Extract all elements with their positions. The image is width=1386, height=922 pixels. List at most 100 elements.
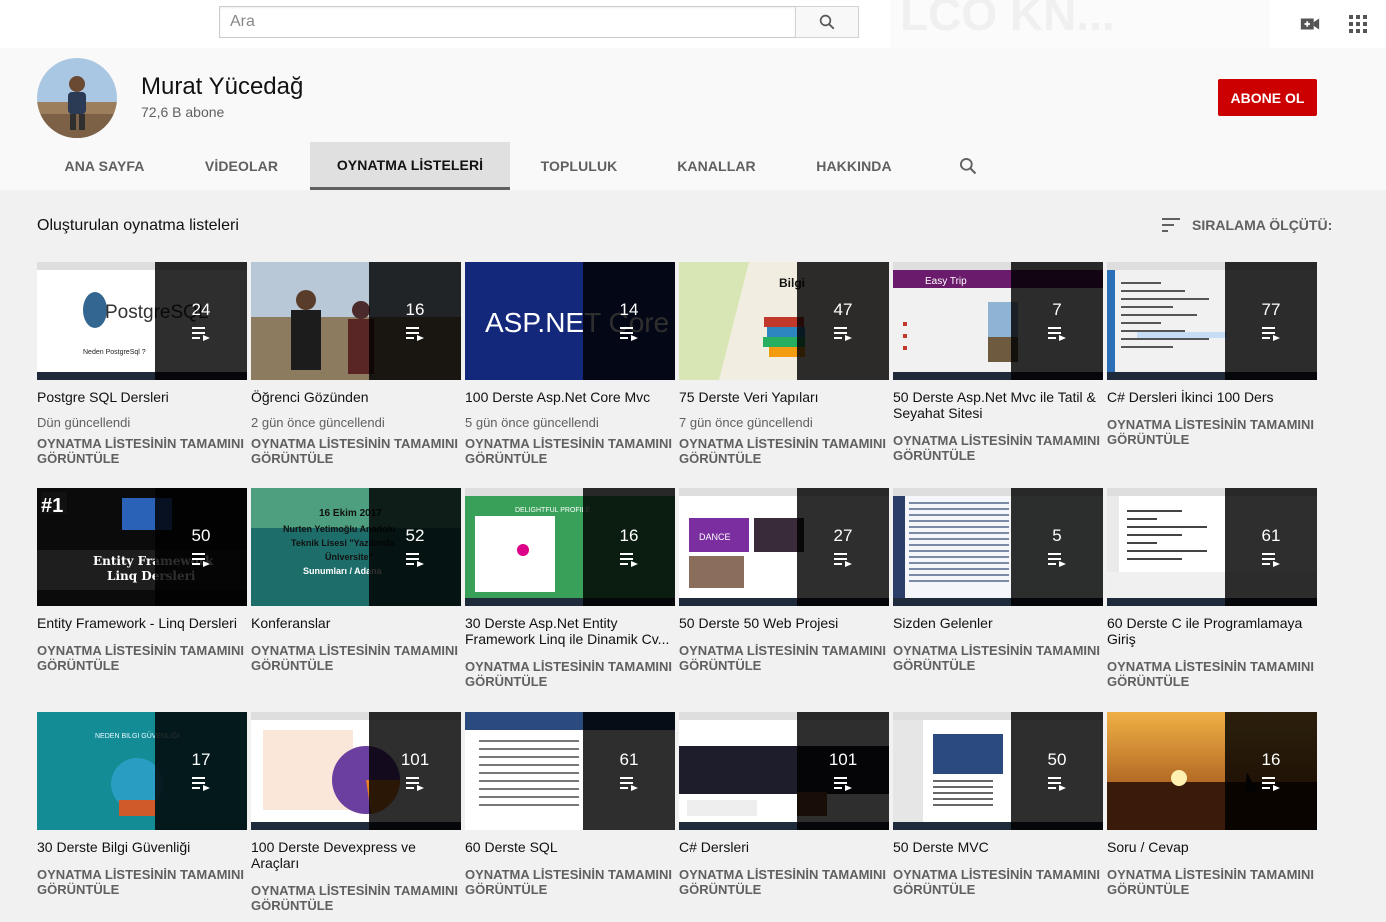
playlist-thumbnail[interactable]: 50 xyxy=(893,712,1103,830)
view-full-playlist-link[interactable]: OYNATMA LİSTESİNİN TAMAMINI GÖRÜNTÜLE xyxy=(251,643,461,673)
svg-text:Easy Trip: Easy Trip xyxy=(925,276,967,287)
playlist-thumbnail[interactable]: 5 xyxy=(893,488,1103,606)
playlist-icon xyxy=(1262,553,1280,567)
playlist-card[interactable]: 5 Sizden Gelenler OYNATMA LİSTESİNİN TAMAM… xyxy=(893,488,1103,673)
sort-icon xyxy=(1162,218,1180,232)
tab-playlists[interactable]: OYNATMA LİSTELERİ xyxy=(310,142,510,190)
playlist-card[interactable]: 77 C# Dersleri İkinci 100 Ders OYNATMA LİS… xyxy=(1107,262,1317,447)
tab-about[interactable]: HAKKINDA xyxy=(785,142,923,190)
section-title: Oluşturulan oynatma listeleri xyxy=(37,217,239,234)
playlist-thumbnail[interactable]: 16 xyxy=(251,262,461,380)
tab-search[interactable] xyxy=(948,142,988,190)
playlist-thumbnail[interactable]: DANCE 27 xyxy=(679,488,889,606)
playlist-card[interactable]: 50 50 Derste MVC OYNATMA LİSTESİNİN TAMAMI… xyxy=(893,712,1103,897)
subscribe-button[interactable]: ABONE OL xyxy=(1218,79,1317,116)
playlist-title[interactable]: Soru / Cevap xyxy=(1107,839,1317,855)
playlist-card[interactable]: 16 Ekim 2017 Nurten Yetimoğlu Anadolu Te… xyxy=(251,488,461,673)
sort-button[interactable]: SIRALAMA ÖLÇÜTÜ: xyxy=(1160,215,1332,235)
playlist-title[interactable]: C# Dersleri İkinci 100 Ders xyxy=(1107,389,1317,405)
playlist-title[interactable]: 30 Derste Asp.Net Entity Framework Linq … xyxy=(465,615,675,647)
view-full-playlist-link[interactable]: OYNATMA LİSTESİNİN TAMAMINI GÖRÜNTÜLE xyxy=(679,436,889,466)
playlist-thumbnail[interactable]: 101 xyxy=(679,712,889,830)
playlist-card[interactable]: 16 Öğrenci Gözünden 2 gün önce güncellendi… xyxy=(251,262,461,466)
playlist-icon xyxy=(1048,553,1066,567)
playlist-card[interactable]: PostgreSQL Neden PostgreSql ?24 Postgre S… xyxy=(37,262,247,466)
view-full-playlist-link[interactable]: OYNATMA LİSTESİNİN TAMAMINI GÖRÜNTÜLE xyxy=(893,643,1103,673)
playlist-card[interactable]: DELIGHTFUL PROFILE 16 30 Derste Asp.Net En… xyxy=(465,488,675,689)
playlist-title[interactable]: 50 Derste 50 Web Projesi xyxy=(679,615,889,631)
svg-text:Neden PostgreSql ?: Neden PostgreSql ? xyxy=(83,349,146,356)
playlist-thumbnail[interactable]: PostgreSQL Neden PostgreSql ?24 xyxy=(37,262,247,380)
create-video-button[interactable] xyxy=(1298,12,1322,36)
playlist-thumbnail[interactable]: NEDEN BILGI GÜVENLIĞI 17 xyxy=(37,712,247,830)
view-full-playlist-link[interactable]: OYNATMA LİSTESİNİN TAMAMINI GÖRÜNTÜLE xyxy=(679,867,889,897)
video-count-overlay: 5 xyxy=(1011,488,1103,606)
playlist-title[interactable]: 100 Derste Asp.Net Core Mvc xyxy=(465,389,675,405)
video-count-overlay: 17 xyxy=(155,712,247,830)
view-full-playlist-link[interactable]: OYNATMA LİSTESİNİN TAMAMINI GÖRÜNTÜLE xyxy=(465,436,675,466)
view-full-playlist-link[interactable]: OYNATMA LİSTESİNİN TAMAMINI GÖRÜNTÜLE xyxy=(1107,417,1317,447)
playlist-card[interactable]: Easy Trip 7 50 Derste Asp.Net Mvc ile Tat… xyxy=(893,262,1103,463)
video-count-overlay: 47 xyxy=(797,262,889,380)
view-full-playlist-link[interactable]: OYNATMA LİSTESİNİN TAMAMINI GÖRÜNTÜLE xyxy=(37,643,247,673)
playlist-title[interactable]: 60 Derste C ile Programlamaya Giriş xyxy=(1107,615,1317,647)
playlist-card[interactable]: 16 Soru / Cevap OYNATMA LİSTESİNİN TAMAMIN… xyxy=(1107,712,1317,897)
video-count: 101 xyxy=(400,750,430,769)
create-video-icon xyxy=(1300,18,1320,30)
playlist-icon xyxy=(834,777,852,791)
playlist-thumbnail[interactable]: 16 Ekim 2017 Nurten Yetimoğlu Anadolu Te… xyxy=(251,488,461,606)
tab-videos[interactable]: VİDEOLAR xyxy=(173,142,310,190)
playlist-card[interactable]: #1 Entity Framework Linq Dersleri 50 Entit… xyxy=(37,488,247,673)
tab-channels[interactable]: KANALLAR xyxy=(648,142,785,190)
playlist-title[interactable]: 60 Derste SQL xyxy=(465,839,675,855)
playlist-card[interactable]: 61 60 Derste C ile Programlamaya Giriş OYN… xyxy=(1107,488,1317,689)
playlist-thumbnail[interactable]: 61 xyxy=(465,712,675,830)
playlist-thumbnail[interactable]: 101 xyxy=(251,712,461,830)
playlist-thumbnail[interactable]: 16 xyxy=(1107,712,1317,830)
tab-community[interactable]: TOPLULUK xyxy=(510,142,648,190)
playlist-thumbnail[interactable]: #1 Entity Framework Linq Dersleri 50 xyxy=(37,488,247,606)
playlist-title[interactable]: Öğrenci Gözünden xyxy=(251,389,461,405)
playlist-title[interactable]: Entity Framework - Linq Dersleri xyxy=(37,615,247,631)
playlist-thumbnail[interactable]: DELIGHTFUL PROFILE 16 xyxy=(465,488,675,606)
playlist-title[interactable]: Postgre SQL Dersleri xyxy=(37,389,247,405)
tab-home[interactable]: ANA SAYFA xyxy=(36,142,173,190)
video-count: 47 xyxy=(833,300,853,319)
playlist-title[interactable]: 75 Derste Veri Yapıları xyxy=(679,389,889,405)
svg-text:Üniversite": Üniversite" xyxy=(325,552,373,562)
apps-button[interactable] xyxy=(1346,12,1370,36)
playlist-thumbnail[interactable]: ASP.NET Core 14 xyxy=(465,262,675,380)
view-full-playlist-link[interactable]: OYNATMA LİSTESİNİN TAMAMINI GÖRÜNTÜLE xyxy=(251,436,461,466)
view-full-playlist-link[interactable]: OYNATMA LİSTESİNİN TAMAMINI GÖRÜNTÜLE xyxy=(893,867,1103,897)
playlist-card[interactable]: ASP.NET Core 14 100 Derste Asp.Net Core Mv… xyxy=(465,262,675,466)
playlist-title[interactable]: Sizden Gelenler xyxy=(893,615,1103,631)
view-full-playlist-link[interactable]: OYNATMA LİSTESİNİN TAMAMINI GÖRÜNTÜLE xyxy=(893,433,1103,463)
channel-avatar[interactable] xyxy=(37,58,117,138)
playlist-card[interactable]: 101 C# Dersleri OYNATMA LİSTESİNİN TAMAMIN… xyxy=(679,712,889,897)
playlist-title[interactable]: 100 Derste Devexpress ve Araçları xyxy=(251,839,461,871)
playlist-title[interactable]: 30 Derste Bilgi Güvenliği xyxy=(37,839,247,855)
view-full-playlist-link[interactable]: OYNATMA LİSTESİNİN TAMAMINI GÖRÜNTÜLE xyxy=(251,883,461,913)
view-full-playlist-link[interactable]: OYNATMA LİSTESİNİN TAMAMINI GÖRÜNTÜLE xyxy=(465,659,675,689)
playlist-thumbnail[interactable]: Bilgi 47 xyxy=(679,262,889,380)
view-full-playlist-link[interactable]: OYNATMA LİSTESİNİN TAMAMINI GÖRÜNTÜLE xyxy=(1107,659,1317,689)
playlist-card[interactable]: Bilgi 47 75 Derste Veri Yapıları 7 gün önc… xyxy=(679,262,889,466)
playlist-thumbnail[interactable]: Easy Trip 7 xyxy=(893,262,1103,380)
view-full-playlist-link[interactable]: OYNATMA LİSTESİNİN TAMAMINI GÖRÜNTÜLE xyxy=(1107,867,1317,897)
playlist-title[interactable]: C# Dersleri xyxy=(679,839,889,855)
playlist-title[interactable]: 50 Derste MVC xyxy=(893,839,1103,855)
playlist-thumbnail[interactable]: 77 xyxy=(1107,262,1317,380)
playlist-thumbnail[interactable]: 61 xyxy=(1107,488,1317,606)
search-input[interactable] xyxy=(220,7,795,37)
view-full-playlist-link[interactable]: OYNATMA LİSTESİNİN TAMAMINI GÖRÜNTÜLE xyxy=(465,867,675,897)
view-full-playlist-link[interactable]: OYNATMA LİSTESİNİN TAMAMINI GÖRÜNTÜLE xyxy=(679,643,889,673)
view-full-playlist-link[interactable]: OYNATMA LİSTESİNİN TAMAMINI GÖRÜNTÜLE xyxy=(37,436,247,466)
playlist-card[interactable]: 61 60 Derste SQL OYNATMA LİSTESİNİN TAMAMI… xyxy=(465,712,675,897)
playlist-card[interactable]: NEDEN BILGI GÜVENLIĞI 17 30 Derste Bilgi … xyxy=(37,712,247,897)
playlist-title[interactable]: Konferanslar xyxy=(251,615,461,631)
search-button[interactable] xyxy=(795,6,859,38)
view-full-playlist-link[interactable]: OYNATMA LİSTESİNİN TAMAMINI GÖRÜNTÜLE xyxy=(37,867,247,897)
playlist-title[interactable]: 50 Derste Asp.Net Mvc ile Tatil & Seyaha… xyxy=(893,389,1103,421)
playlist-card[interactable]: 101 100 Derste Devexpress ve Araçları OYNA… xyxy=(251,712,461,913)
playlist-card[interactable]: DANCE 27 50 Derste 50 Web Projesi OYNATMA … xyxy=(679,488,889,673)
